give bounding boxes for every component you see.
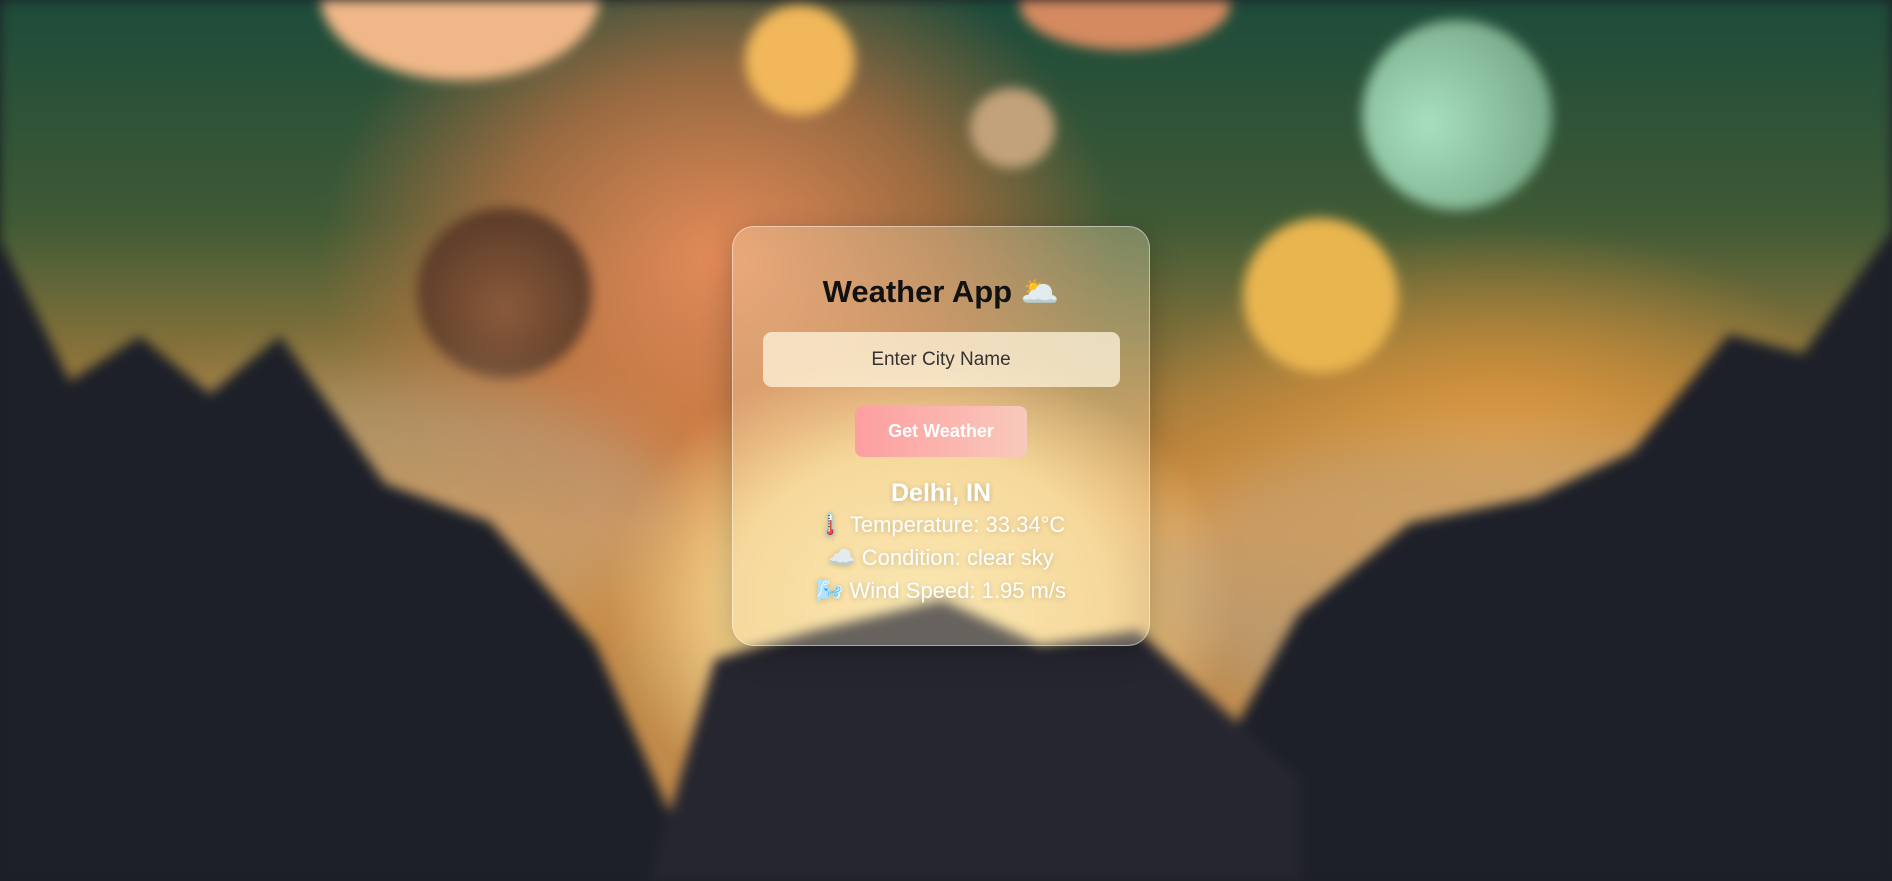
planet xyxy=(417,208,592,378)
temperature-text: Temperature: 33.34°C xyxy=(849,512,1066,537)
condition-text: Condition: clear sky xyxy=(861,545,1054,570)
weather-card: Weather App 🌥️ Get Weather Delhi, IN 🌡️ … xyxy=(732,226,1150,646)
planet xyxy=(1362,20,1552,210)
get-weather-button[interactable]: Get Weather xyxy=(855,406,1027,457)
planet xyxy=(745,5,855,115)
city-name: Delhi, IN xyxy=(890,479,991,507)
city-input[interactable] xyxy=(762,332,1120,387)
app-title-text: Weather App xyxy=(822,274,1013,309)
cloud-icon: ☁️ xyxy=(828,545,856,570)
wind-text: Wind Speed: 1.95 m/s xyxy=(849,578,1066,603)
thermometer-icon: 🌡️ xyxy=(816,512,845,537)
temperature-row: 🌡️ Temperature: 33.34°C xyxy=(733,508,1149,541)
sun-behind-cloud-icon: 🌥️ xyxy=(1020,274,1060,309)
planet xyxy=(1243,218,1398,373)
wind-face-icon: 🌬️ xyxy=(816,578,844,603)
app-title: Weather App 🌥️ xyxy=(733,273,1149,310)
condition-row: ☁️ Condition: clear sky xyxy=(733,541,1149,574)
wind-row: 🌬️ Wind Speed: 1.95 m/s xyxy=(733,574,1149,607)
planet xyxy=(970,88,1055,168)
